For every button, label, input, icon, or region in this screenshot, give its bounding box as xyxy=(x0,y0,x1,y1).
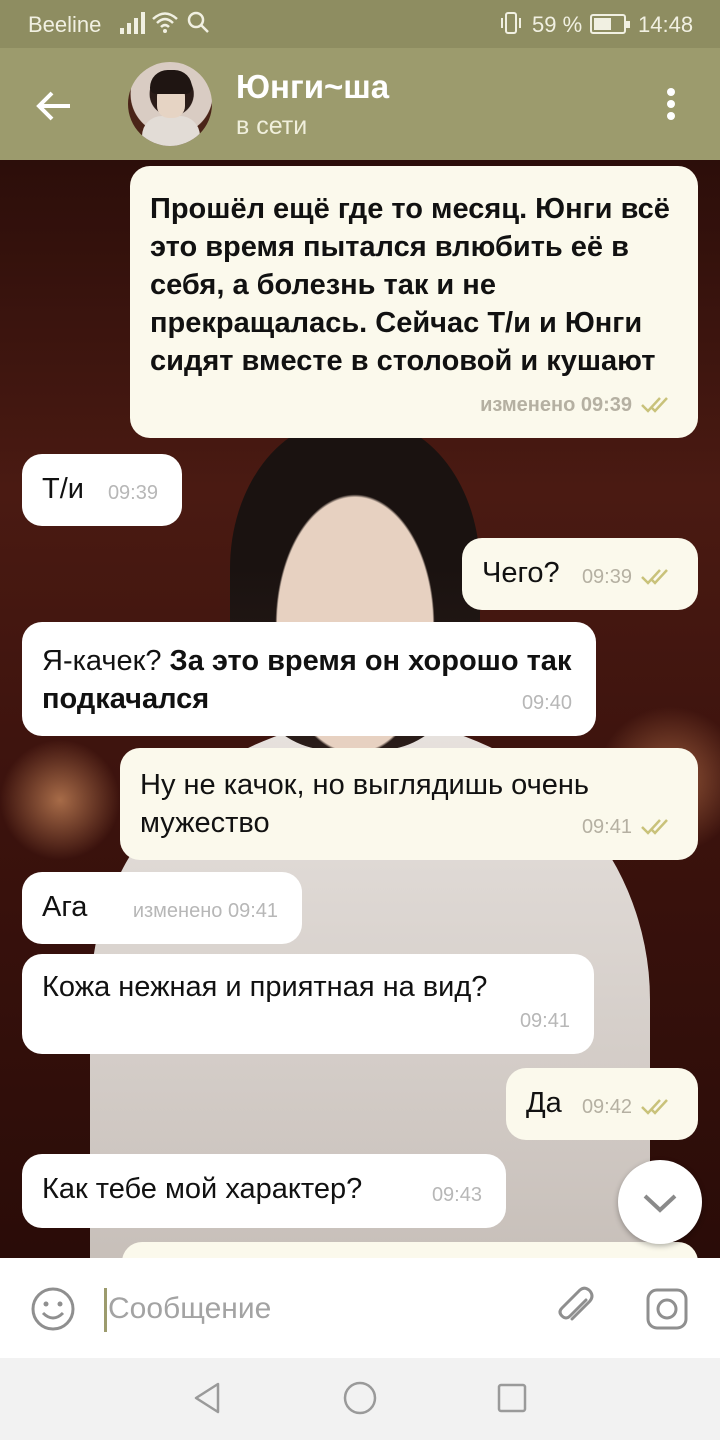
message-time: изменено 09:39 xyxy=(480,394,632,416)
message-bubble-incoming[interactable]: Т/и 09:39 xyxy=(22,454,182,526)
battery-percent: 59 % xyxy=(532,12,583,37)
chat-area[interactable]: Прошёл ещё где то месяц. Юнги всё это вр… xyxy=(0,160,720,1258)
message-meta: 09:42 xyxy=(582,1088,674,1126)
message-bubble-outgoing[interactable]: Прошёл ещё где то месяц. Юнги всё это вр… xyxy=(130,166,698,438)
carrier-name: Beeline xyxy=(28,12,102,37)
status-bar: Beeline 59 % 14:48 xyxy=(0,0,720,48)
back-arrow-icon[interactable] xyxy=(30,82,78,130)
message-input[interactable] xyxy=(108,1284,528,1334)
double-check-icon xyxy=(641,397,668,413)
message-bubble-partial[interactable] xyxy=(122,1242,698,1258)
battery-level-fill xyxy=(594,18,611,30)
message-bubble-incoming[interactable]: Как тебе мой характер? 09:43 xyxy=(22,1154,506,1228)
text-cursor xyxy=(104,1288,107,1332)
message-bubble-outgoing[interactable]: Чего? 09:39 xyxy=(462,538,698,610)
nav-recents-icon[interactable] xyxy=(496,1382,528,1414)
message-time: 09:41 xyxy=(519,1010,570,1032)
emoji-icon[interactable] xyxy=(30,1286,76,1332)
background-light xyxy=(0,720,120,880)
nav-home-icon[interactable] xyxy=(342,1380,378,1416)
message-time: 09:39 xyxy=(107,482,158,504)
avatar-shirt xyxy=(142,116,200,146)
message-bubble-incoming[interactable]: Ага изменено 09:41 xyxy=(22,872,302,944)
message-composer xyxy=(0,1258,720,1358)
message-meta: 09:41 xyxy=(582,808,674,846)
message-time: 09:41 xyxy=(581,816,632,838)
system-nav-bar xyxy=(0,1358,720,1440)
message-text: Прошёл ещё где то месяц. Юнги всё это вр… xyxy=(150,193,670,377)
clock: 14:48 xyxy=(638,12,694,37)
message-text: Кожа нежная и приятная на вид? xyxy=(42,971,488,1003)
double-check-icon xyxy=(641,569,668,585)
message-bubble-incoming[interactable]: Кожа нежная и приятная на вид? 09:41 xyxy=(22,954,594,1054)
chevron-down-icon xyxy=(643,1194,677,1213)
battery-icon xyxy=(590,14,630,34)
search-icon xyxy=(187,11,209,33)
message-meta: 09:40 xyxy=(522,684,572,722)
vibrate-icon xyxy=(501,12,521,34)
contact-name[interactable]: Юнги~ша xyxy=(236,68,389,106)
double-check-icon xyxy=(641,1099,668,1115)
message-meta: 09:43 xyxy=(432,1176,482,1214)
message-time: 09:43 xyxy=(431,1184,482,1206)
message-bubble-outgoing[interactable]: Да 09:42 xyxy=(506,1068,698,1140)
avatar[interactable] xyxy=(128,62,212,146)
presence-status: в сети xyxy=(236,112,308,140)
signal-icon xyxy=(120,10,145,34)
camera-icon[interactable] xyxy=(644,1286,690,1332)
message-time: изменено 09:41 xyxy=(132,900,278,922)
message-bubble-outgoing[interactable]: Ну не качок, но выглядишь очень мужество… xyxy=(120,748,698,860)
message-time: 09:39 xyxy=(581,566,632,588)
scroll-to-bottom-button[interactable] xyxy=(618,1160,702,1244)
double-check-icon xyxy=(641,819,668,835)
more-vertical-icon[interactable] xyxy=(650,82,694,126)
chat-header: Юнги~ша в сети xyxy=(0,48,720,160)
message-text: Я-качек? За это время он хорошо так подк… xyxy=(42,642,576,718)
avatar-hair xyxy=(150,70,192,94)
nav-back-icon[interactable] xyxy=(190,1380,226,1416)
attach-icon[interactable] xyxy=(552,1284,600,1332)
message-time: 09:42 xyxy=(581,1096,632,1118)
message-meta: 09:39 xyxy=(582,558,674,596)
message-text-plain: Я-качек? xyxy=(42,645,170,677)
message-time: 09:40 xyxy=(521,692,572,714)
message-bubble-incoming[interactable]: Я-качек? За это время он хорошо так подк… xyxy=(22,622,596,736)
message-meta: 09:41 xyxy=(520,1002,570,1040)
message-text: Как тебе мой характер? xyxy=(42,1173,363,1205)
message-meta: 09:39 xyxy=(108,474,158,512)
message-meta: изменено 09:41 xyxy=(133,892,278,930)
message-meta: изменено 09:39 xyxy=(480,386,674,424)
wifi-icon xyxy=(152,12,178,33)
